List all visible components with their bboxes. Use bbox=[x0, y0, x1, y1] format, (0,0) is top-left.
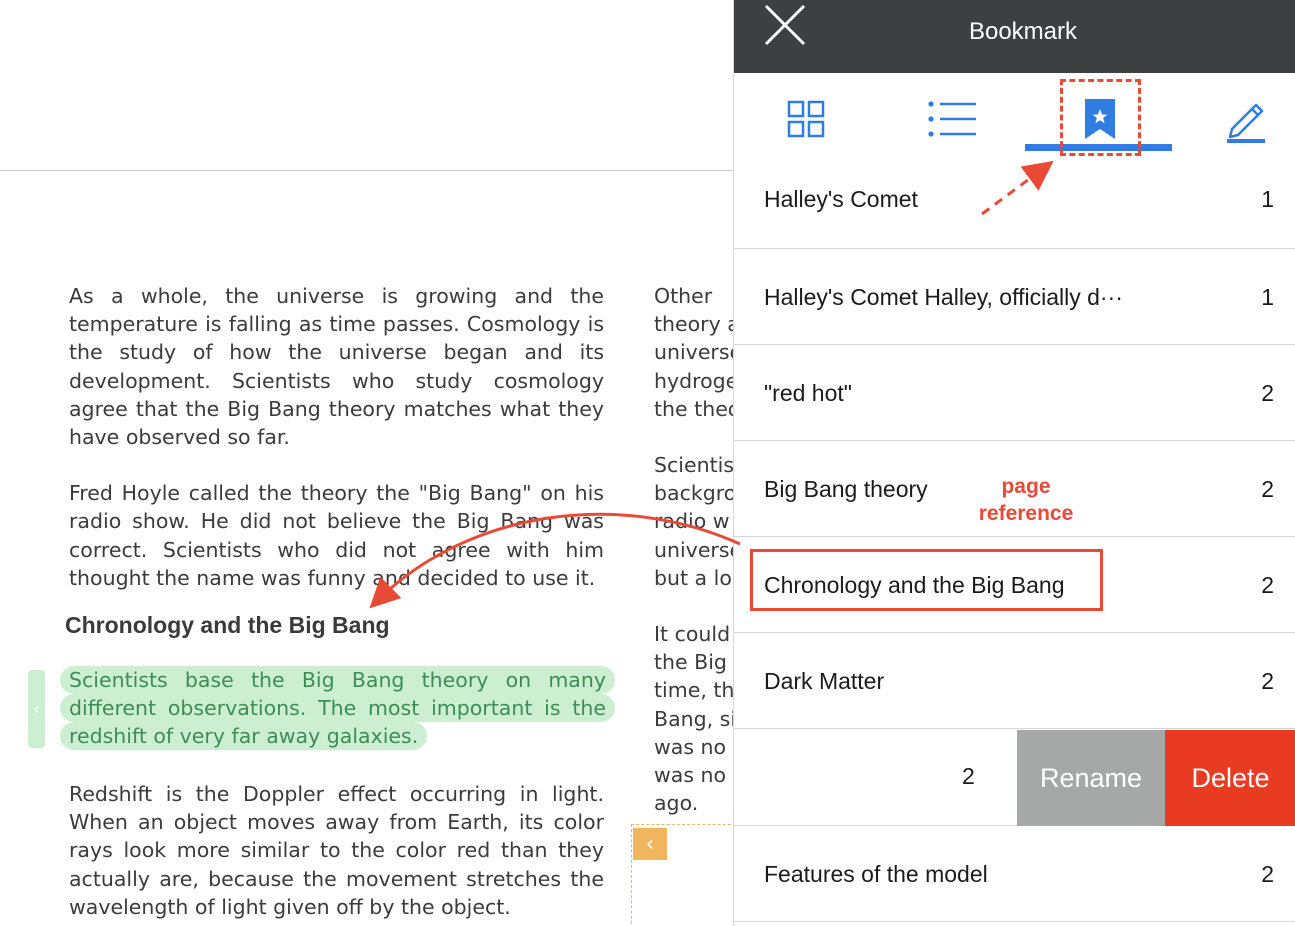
bookmark-label: Halley's Comet bbox=[764, 186, 918, 212]
tab-thumbnails[interactable] bbox=[776, 84, 836, 154]
highlight-line[interactable]: different observations. The most importa… bbox=[60, 694, 615, 722]
bookmark-label: Dark Matter bbox=[764, 668, 885, 694]
text-line: theory a bbox=[654, 312, 734, 337]
annotation-dashed-box bbox=[1060, 79, 1141, 156]
bookmark-row[interactable]: Halley's Comet Halley, officially d··· 1 bbox=[734, 249, 1295, 345]
text-line: Bang, si bbox=[654, 706, 734, 731]
text-line: the theo bbox=[654, 396, 734, 421]
rename-button[interactable]: Rename bbox=[1017, 730, 1165, 826]
tab-notes[interactable] bbox=[1222, 84, 1270, 154]
bookmark-label: "red hot" bbox=[764, 380, 852, 406]
text-line: It could bbox=[654, 622, 731, 646]
reader-column-left-continued: Redshift is the Doppler effect occurring… bbox=[69, 780, 604, 926]
bookmark-row[interactable]: Features of the model 2 bbox=[734, 826, 1295, 922]
bookmark-panel: Bookmark Halley's Comet 1 Halley's Comet… bbox=[733, 0, 1295, 926]
bookmark-row[interactable]: Halley's Comet 1 bbox=[734, 151, 1295, 249]
bookmark-page: 2 bbox=[1261, 861, 1274, 887]
bookmark-page: 2 bbox=[1261, 572, 1274, 598]
text-line: backgro bbox=[654, 481, 734, 506]
text-line: universe bbox=[654, 340, 734, 365]
close-icon bbox=[764, 4, 806, 46]
bookmark-page: 2 bbox=[1261, 380, 1274, 406]
delete-button[interactable]: Delete bbox=[1165, 730, 1295, 826]
text-line: ago. bbox=[654, 791, 699, 816]
annotation-label-line: page bbox=[1001, 475, 1051, 498]
text-line: but a lo bbox=[654, 565, 732, 590]
panel-header: Bookmark bbox=[734, 0, 1295, 73]
text-line: time, th bbox=[654, 678, 734, 703]
text-line: hydroge bbox=[654, 368, 734, 393]
reader-top-divider bbox=[0, 170, 733, 171]
text-line: the Big bbox=[654, 650, 727, 675]
paragraph: Redshift is the Doppler effect occurring… bbox=[69, 782, 604, 919]
section-heading: Chronology and the Big Bang bbox=[65, 612, 390, 638]
chevron-left-icon: ‹ bbox=[645, 831, 655, 857]
text-line: was no bbox=[654, 763, 727, 788]
highlight-handle[interactable]: ‹ bbox=[28, 670, 45, 748]
bookmark-page: 1 bbox=[1261, 284, 1274, 310]
annotation-label: page reference bbox=[975, 473, 1077, 527]
annotation-label-line: reference bbox=[978, 502, 1074, 525]
bookmark-row[interactable]: "red hot" 2 bbox=[734, 345, 1295, 441]
reader-column-right-block: Other theory a universe hydroge the theo bbox=[654, 282, 734, 423]
bookmark-label: Features of the model bbox=[764, 861, 988, 887]
bookmark-page: 2 bbox=[1261, 476, 1274, 502]
text-line: Scientis bbox=[654, 453, 734, 477]
bookmark-label: Big Bang theory bbox=[764, 476, 928, 502]
panel-title: Bookmark bbox=[968, 18, 1078, 45]
previous-page-button[interactable]: ‹ bbox=[633, 828, 667, 860]
reader-column-right-block: Scientis backgro radio w universe but a … bbox=[654, 451, 734, 592]
bookmark-page: 1 bbox=[1261, 186, 1274, 212]
text-line: universe bbox=[654, 537, 734, 562]
paragraph: Fred Hoyle called the theory the "Big Ba… bbox=[69, 481, 604, 590]
list-icon bbox=[928, 101, 976, 137]
chevron-left-icon: ‹ bbox=[32, 698, 41, 720]
bookmark-label: Halley's Comet Halley, officially d··· bbox=[764, 284, 1123, 310]
close-button[interactable] bbox=[762, 2, 808, 48]
pencil-icon bbox=[1227, 103, 1265, 143]
highlight-line[interactable]: Scientists base the Big Bang theory on m… bbox=[60, 666, 615, 694]
bookmark-row[interactable]: Dark Matter 2 bbox=[734, 633, 1295, 729]
reader-column-left: As a whole, the universe is growing and … bbox=[69, 282, 604, 620]
reader-column-right-block: It could the Big time, th Bang, si was n… bbox=[654, 620, 734, 817]
annotation-highlight-box bbox=[750, 549, 1103, 611]
bookmark-page: 2 bbox=[962, 763, 975, 789]
text-line: was no bbox=[654, 734, 727, 759]
text-line: Other bbox=[654, 284, 713, 308]
highlight-line[interactable]: redshift of very far away galaxies. bbox=[60, 722, 428, 750]
highlighted-passage[interactable]: Scientists base the Big Bang theory on m… bbox=[60, 666, 615, 750]
bookmark-page: 2 bbox=[1261, 668, 1274, 694]
bookmark-row-swiped[interactable]: 2 Rename Delete bbox=[734, 730, 1295, 826]
grid-icon bbox=[787, 100, 825, 138]
tab-table-of-contents[interactable] bbox=[920, 84, 986, 154]
paragraph: As a whole, the universe is growing and … bbox=[69, 284, 604, 450]
text-line: radio w bbox=[654, 509, 730, 534]
